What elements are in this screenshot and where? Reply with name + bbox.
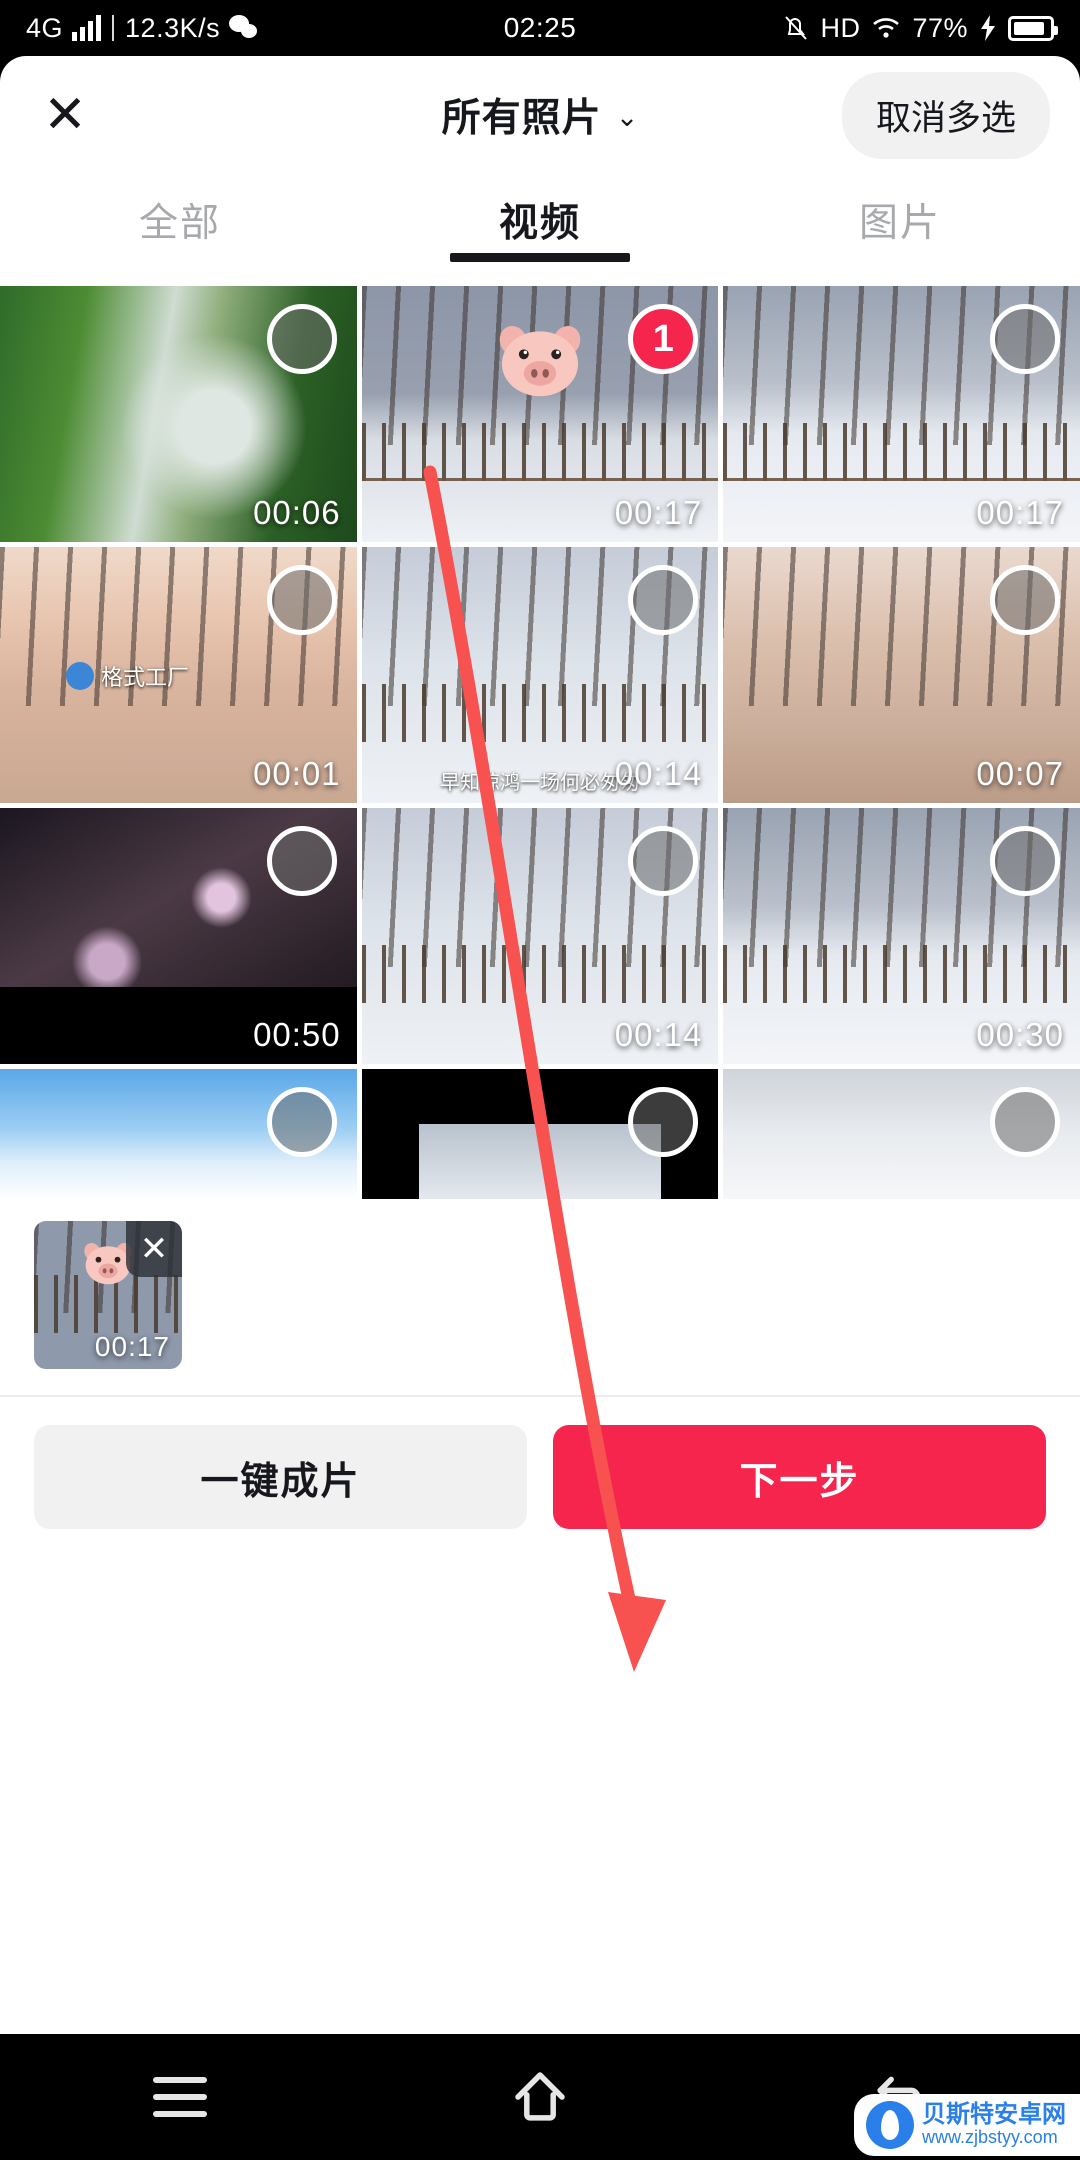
railing-texture xyxy=(361,944,719,1003)
grid-item[interactable]: 00:06 xyxy=(0,286,357,542)
one-click-movie-button[interactable]: 一键成片 xyxy=(34,1425,527,1529)
chevron-down-icon[interactable]: ⌄ xyxy=(616,102,639,133)
select-checkbox[interactable] xyxy=(628,565,699,635)
format-factory-watermark: 格式工厂 xyxy=(66,660,189,692)
close-icon[interactable]: ✕ xyxy=(30,80,100,150)
site-watermark: 贝斯特安卓网 www.zjbstyy.com xyxy=(854,2094,1080,2156)
duration-label: 00:17 xyxy=(94,1331,170,1362)
select-checkbox[interactable] xyxy=(989,826,1060,896)
select-checkbox[interactable] xyxy=(989,1087,1060,1157)
inner-frame xyxy=(418,1123,662,1199)
select-checkbox-selected[interactable]: 1 xyxy=(628,304,699,374)
remove-selected-icon[interactable]: ✕ xyxy=(126,1221,182,1277)
select-checkbox[interactable] xyxy=(989,565,1060,635)
selected-thumbnail[interactable]: ✕ 00:17 xyxy=(34,1221,182,1369)
video-caption-label: 早知惊鸿一场何必匆匆 xyxy=(439,772,640,794)
home-icon[interactable] xyxy=(507,2064,573,2130)
duration-label: 00:50 xyxy=(253,1016,341,1053)
railing-texture xyxy=(723,944,1080,1003)
pig-face-icon xyxy=(499,325,581,397)
site-watermark-text: 贝斯特安卓网 www.zjbstyy.com xyxy=(922,2100,1066,2148)
tab-image[interactable]: 图片 xyxy=(720,174,1080,248)
sheet-header: ✕ 所有照片 ⌄ 取消多选 xyxy=(0,56,1080,174)
site-name-label: 贝斯特安卓网 xyxy=(922,2100,1066,2128)
railing-texture xyxy=(361,683,719,742)
railing-line xyxy=(361,477,719,481)
format-factory-logo-icon xyxy=(66,661,94,690)
select-checkbox[interactable] xyxy=(628,826,699,896)
grid-item-selected[interactable]: 1 00:17 xyxy=(361,286,719,542)
photo-picker-sheet: ✕ 所有照片 ⌄ 取消多选 全部 视频 图片 00:06 1 00:17 00:… xyxy=(0,56,1080,2034)
watermark-label: 格式工厂 xyxy=(101,664,190,690)
grid-item[interactable]: 00:14 xyxy=(361,808,719,1064)
media-grid: 00:06 1 00:17 00:17 格式工厂 00:01 早知惊鸿一场何必匆… xyxy=(0,286,1080,1199)
grid-item[interactable]: 格式工厂 00:01 xyxy=(0,547,357,803)
railing-texture xyxy=(723,422,1080,481)
grid-item[interactable] xyxy=(361,1069,719,1199)
duration-label: 00:14 xyxy=(614,755,703,792)
select-checkbox[interactable] xyxy=(266,304,337,374)
page-title: 所有照片 xyxy=(441,97,602,140)
grid-item[interactable]: 00:50 xyxy=(0,808,357,1064)
site-logo-icon xyxy=(866,2101,914,2149)
menu-icon[interactable] xyxy=(147,2064,213,2130)
duration-label: 00:17 xyxy=(976,494,1064,531)
select-checkbox[interactable] xyxy=(989,304,1060,374)
tab-video[interactable]: 视频 xyxy=(360,174,720,248)
media-type-tabs: 全部 视频 图片 xyxy=(0,174,1080,286)
duration-label: 00:01 xyxy=(253,755,341,792)
bottom-action-bar: 一键成片 下一步 xyxy=(0,1397,1080,1529)
duration-label: 00:06 xyxy=(253,494,341,531)
railing-texture xyxy=(361,422,719,481)
select-checkbox[interactable] xyxy=(266,565,337,635)
next-step-button[interactable]: 下一步 xyxy=(553,1425,1046,1529)
duration-label: 00:17 xyxy=(614,494,703,531)
status-clock: 02:25 xyxy=(503,12,577,43)
tab-all[interactable]: 全部 xyxy=(0,174,360,248)
selection-tray: ✕ 00:17 xyxy=(0,1199,1080,1389)
battery-icon xyxy=(1008,15,1058,41)
site-url-label: www.zjbstyy.com xyxy=(922,2127,1058,2148)
select-checkbox[interactable] xyxy=(628,1087,699,1157)
cancel-multiselect-button[interactable]: 取消多选 xyxy=(841,71,1050,159)
grid-item[interactable] xyxy=(0,1069,357,1199)
select-checkbox[interactable] xyxy=(266,826,337,896)
duration-label: 00:30 xyxy=(976,1016,1064,1053)
grid-item[interactable] xyxy=(723,1069,1080,1199)
duration-label: 00:07 xyxy=(976,755,1064,792)
grid-item[interactable]: 00:07 xyxy=(723,547,1080,803)
grid-item[interactable]: 00:17 xyxy=(723,286,1080,542)
grid-item[interactable]: 早知惊鸿一场何必匆匆 00:14 xyxy=(361,547,719,803)
grid-item[interactable]: 00:30 xyxy=(723,808,1080,1064)
status-bar: 4G 12.3K/s 02:25 HD 77% xyxy=(0,0,1080,56)
railing-line xyxy=(723,477,1080,481)
duration-label: 00:14 xyxy=(614,1016,703,1053)
select-checkbox[interactable] xyxy=(266,1087,337,1157)
